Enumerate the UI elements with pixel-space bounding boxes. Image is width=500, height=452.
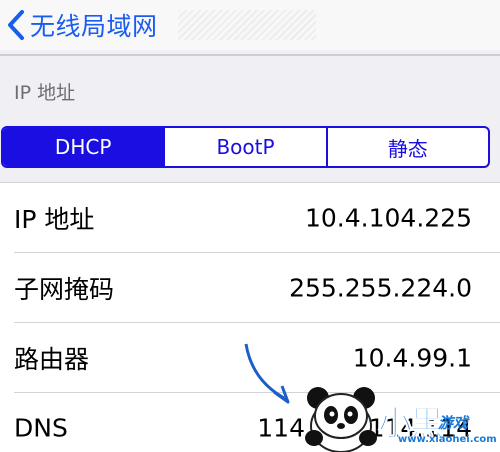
row-label: 路由器 bbox=[14, 345, 90, 374]
segment-dhcp[interactable]: DHCP bbox=[3, 128, 164, 166]
segment-bootp[interactable]: BootP bbox=[163, 128, 325, 166]
row-value: 255.255.224.0 bbox=[289, 273, 472, 303]
panda-mascot-icon bbox=[305, 387, 377, 452]
arrow-icon bbox=[244, 343, 290, 404]
row-ip-address[interactable]: IP 地址 10.4.104.225 bbox=[0, 183, 500, 253]
back-button[interactable]: 无线局域网 bbox=[0, 0, 158, 50]
watermark-logo: 小黑 游戏 www.xiaohei.com bbox=[378, 396, 497, 450]
row-label: DNS bbox=[14, 413, 68, 443]
watermark-url: www.xiaohei.com bbox=[398, 434, 497, 445]
screen: 无线局域网 IP 地址 DHCP BootP 静态 IP 地址 10.4.104… bbox=[0, 0, 500, 452]
navigation-bar: 无线局域网 bbox=[0, 0, 500, 50]
watermark-subbrand: 游戏 bbox=[438, 414, 469, 432]
row-label: 子网掩码 bbox=[14, 275, 115, 304]
back-button-label: 无线局域网 bbox=[30, 12, 158, 41]
chevron-left-icon bbox=[8, 10, 24, 40]
redacted-network-name bbox=[178, 10, 316, 40]
section-header-ip-address: IP 地址 bbox=[14, 82, 76, 104]
row-label: IP 地址 bbox=[14, 205, 95, 234]
ip-mode-segmented-control: DHCP BootP 静态 bbox=[1, 126, 490, 168]
row-value: 10.4.99.1 bbox=[352, 343, 472, 373]
nav-divider bbox=[0, 54, 500, 56]
segment-static[interactable]: 静态 bbox=[325, 128, 488, 166]
row-value: 10.4.104.225 bbox=[305, 203, 472, 233]
row-subnet-mask[interactable]: 子网掩码 255.255.224.0 bbox=[0, 253, 500, 323]
